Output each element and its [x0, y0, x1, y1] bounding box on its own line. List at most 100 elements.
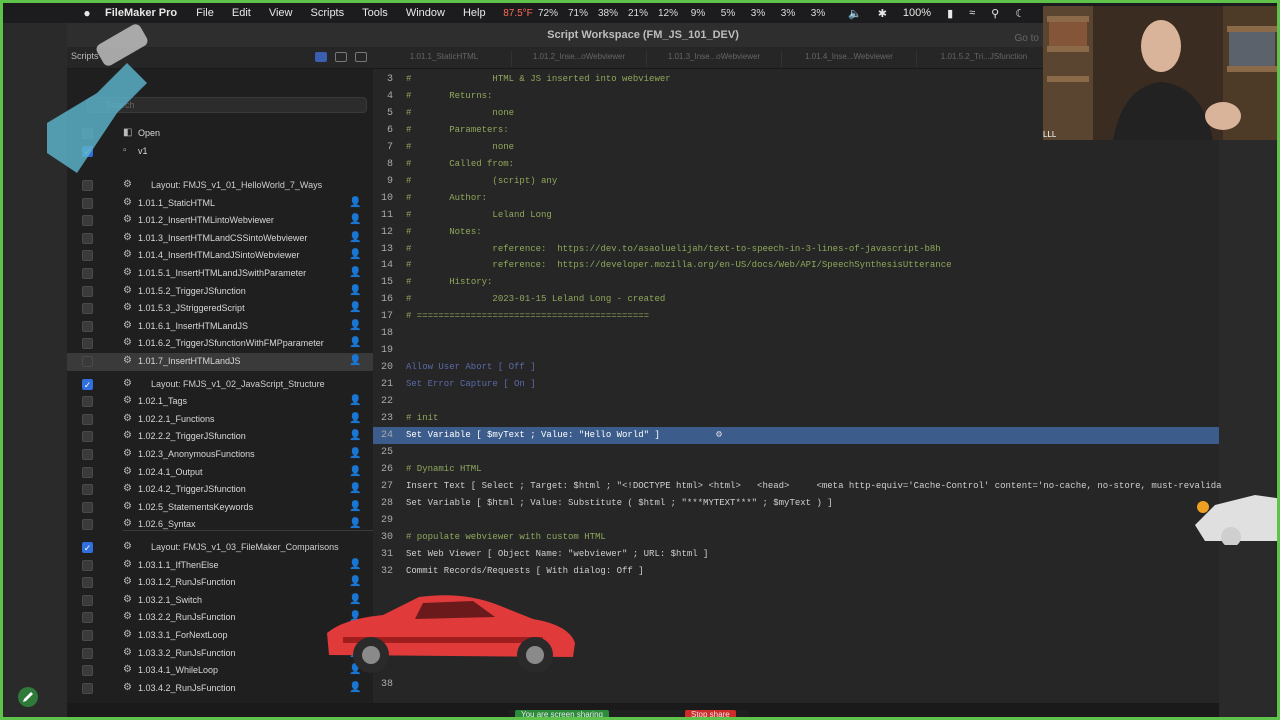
script-step-line[interactable]: 30 # populate webviewer with custom HTML [373, 529, 1219, 546]
script-step-line[interactable]: 38 [373, 676, 1219, 693]
script-step-line[interactable]: 11 # Leland Long [373, 207, 1219, 224]
checkbox[interactable] [82, 232, 93, 244]
step-options-gear-icon[interactable]: ⚙ [716, 429, 722, 441]
script-row[interactable]: ⚙ 1.01.5.3_JStriggeredScript 👤 [67, 300, 373, 318]
stop-share-button[interactable]: Stop share [685, 710, 736, 717]
checkbox[interactable] [82, 594, 93, 606]
layout-folder-row[interactable]: ⚙ Layout: FMJS_v1_01_HelloWorld_7_Ways [67, 177, 373, 195]
script-step-line[interactable]: 10 # Author: [373, 190, 1219, 207]
layout-folder-row[interactable]: ✓ ⚙ Layout: FMJS_v1_02_JavaScript_Structur… [67, 376, 373, 394]
checkbox[interactable] [82, 303, 93, 315]
script-step-line[interactable]: 31 Set Web Viewer [ Object Name: "webview… [373, 546, 1219, 563]
script-step-line[interactable]: 28 Set Variable [ $html ; Value: Substitu… [373, 495, 1219, 512]
tab-script-4[interactable]: 1.01.4_Inse...Webviewer [782, 51, 917, 67]
script-step-line[interactable]: 23 # init [373, 410, 1219, 427]
checkbox[interactable] [82, 682, 93, 694]
annotate-pencil-icon[interactable] [17, 686, 39, 708]
script-step-line[interactable]: 8 # Called from: [373, 156, 1219, 173]
script-step-line[interactable]: 9 # (script) any [373, 173, 1219, 190]
volume-icon[interactable]: 🔈 [848, 7, 862, 20]
script-step-line[interactable]: 13 # reference: https://dev.to/asaoluelij… [373, 241, 1219, 258]
script-row[interactable]: ⚙ 1.02.4.2_TriggerJSfunction 👤 [67, 481, 373, 499]
script-step-line[interactable]: 7 # none [373, 139, 1219, 156]
user-icon[interactable]: 👤 [349, 197, 361, 208]
checkbox[interactable] [82, 449, 93, 460]
search-icon[interactable]: ⚲ [991, 7, 999, 20]
checkbox[interactable]: ✓ [82, 542, 93, 553]
user-icon[interactable]: 👤 [349, 214, 361, 225]
checkbox[interactable] [82, 285, 93, 297]
script-step-line[interactable]: 18 [373, 325, 1219, 342]
script-row[interactable]: ⚙ 1.02.1_Tags 👤 [67, 393, 373, 411]
user-icon[interactable]: 👤 [349, 249, 361, 260]
script-row[interactable]: ⚙ 1.01.7_InsertHTMLandJS 👤 [67, 353, 373, 371]
script-step-line[interactable]: 26 # Dynamic HTML [373, 461, 1219, 478]
script-row[interactable]: ⚙ 1.01.6.1_InsertHTMLandJS 👤 [67, 318, 373, 336]
checkbox[interactable] [82, 250, 93, 262]
user-icon[interactable]: 👤 [349, 232, 361, 243]
checkbox[interactable] [82, 519, 93, 531]
checkbox[interactable] [82, 320, 93, 332]
checkbox[interactable] [82, 559, 93, 571]
checkbox[interactable]: ✓ [82, 378, 93, 390]
checkbox[interactable] [82, 431, 93, 443]
checkbox[interactable] [82, 630, 93, 641]
script-row[interactable]: ⚙ 1.03.4.2_RunJsFunction 👤 [67, 680, 373, 698]
folder-icon[interactable] [335, 52, 347, 62]
script-step-line[interactable]: 12 # Notes: [373, 224, 1219, 241]
checkbox[interactable] [82, 356, 93, 367]
script-row[interactable]: ⚙ 1.01.2_InsertHTMLintoWebviewer 👤 [67, 212, 373, 230]
bluetooth-icon[interactable]: ✱ [878, 7, 887, 20]
tab-script-5[interactable]: 1.01.5.2_Tri...JSfunction [917, 51, 1052, 67]
user-icon[interactable]: 👤 [349, 413, 361, 424]
app-menu[interactable]: FileMaker Pro [105, 7, 177, 19]
menu-view[interactable]: View [269, 7, 293, 19]
script-row[interactable]: ⚙ 1.02.2.1_Functions 👤 [67, 411, 373, 429]
tab-script-1[interactable]: 1.01.1_StaticHTML [377, 51, 512, 67]
script-row[interactable]: ⚙ 1.01.5.2_TriggerJSfunction 👤 [67, 283, 373, 301]
menu-tools[interactable]: Tools [362, 7, 388, 19]
user-icon[interactable]: 👤 [349, 483, 361, 494]
wifi-icon[interactable]: ≈ [969, 7, 975, 19]
user-icon[interactable]: 👤 [349, 501, 361, 512]
user-icon[interactable]: 👤 [349, 430, 361, 441]
script-step-line[interactable]: 25 [373, 444, 1219, 461]
menu-scripts[interactable]: Scripts [311, 7, 345, 19]
user-icon[interactable]: 👤 [349, 559, 361, 570]
user-icon[interactable]: 👤 [349, 682, 361, 693]
script-step-line[interactable]: 20 Allow User Abort [ Off ] [373, 359, 1219, 376]
layout-folder-row[interactable]: ✓ ⚙ Layout: FMJS_v1_03_FileMaker_Compariso… [67, 539, 373, 557]
script-step-line[interactable]: 17 # ====================================… [373, 308, 1219, 325]
battery-icon[interactable]: ▮ [947, 7, 953, 20]
script-step-line[interactable]: 15 # History: [373, 274, 1219, 291]
user-icon[interactable]: 👤 [349, 355, 361, 366]
script-step-line[interactable]: 21 Set Error Capture [ On ] [373, 376, 1219, 393]
checkbox[interactable] [82, 338, 93, 350]
script-step-line[interactable]: 19 [373, 342, 1219, 359]
moon-icon[interactable]: ☾ [1015, 7, 1025, 20]
checkbox[interactable] [82, 180, 93, 191]
checkbox[interactable] [82, 612, 93, 624]
script-row[interactable]: ⚙ 1.02.4.1_Output 👤 [67, 464, 373, 482]
script-row[interactable]: ⚙ 1.01.4_InsertHTMLandJSintoWebviewer 👤 [67, 247, 373, 265]
checkbox[interactable] [82, 466, 93, 478]
user-icon[interactable]: 👤 [349, 337, 361, 348]
user-icon[interactable]: 👤 [349, 395, 361, 406]
menu-help[interactable]: Help [463, 7, 486, 19]
checkbox[interactable] [82, 197, 93, 209]
script-step-line[interactable]: 14 # reference: https://developer.mozilla… [373, 257, 1219, 274]
script-step-line[interactable]: 32 Commit Records/Requests [ With dialog:… [373, 563, 1219, 580]
checkbox[interactable] [82, 268, 93, 279]
script-step-line[interactable]: 24 Set Variable [ $myText ; Value: "Hello… [373, 426, 1219, 444]
tab-script-3[interactable]: 1.01.3_Inse...oWebviewer [647, 51, 782, 67]
user-icon[interactable]: 👤 [349, 267, 361, 278]
new-script-icon[interactable] [315, 52, 327, 62]
script-row[interactable]: ⚙ 1.01.6.2_TriggerJSfunctionWithFMPparame… [67, 335, 373, 353]
script-step-line[interactable]: 29 [373, 512, 1219, 529]
checkbox[interactable] [82, 501, 93, 513]
menu-window[interactable]: Window [406, 7, 445, 19]
user-icon[interactable]: 👤 [349, 285, 361, 296]
script-row[interactable]: ⚙ 1.01.5.1_InsertHTMLandJSwithParameter 👤 [67, 265, 373, 283]
user-icon[interactable]: 👤 [349, 466, 361, 477]
user-icon[interactable]: 👤 [349, 518, 361, 529]
